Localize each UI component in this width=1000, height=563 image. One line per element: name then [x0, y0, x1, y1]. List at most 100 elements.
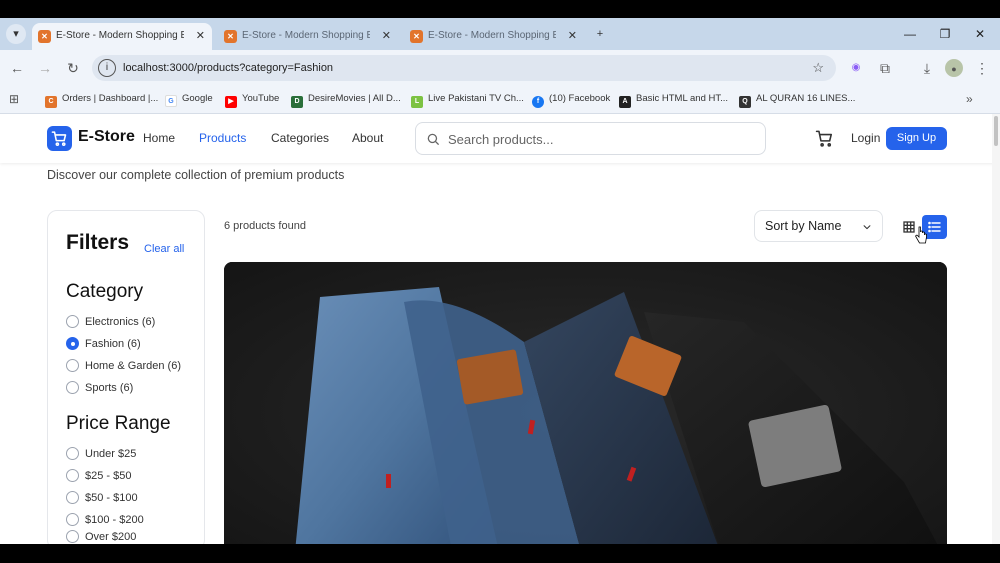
- url-field[interactable]: i localhost:3000/products?category=Fashi…: [92, 55, 836, 81]
- results-count: 6 products found: [224, 220, 306, 232]
- signup-button[interactable]: Sign Up: [886, 127, 947, 150]
- orders-icon: C: [45, 96, 57, 108]
- reload-icon[interactable]: ↻: [63, 58, 83, 78]
- mouse-cursor-icon: [915, 226, 927, 244]
- bookmark-item[interactable]: L Live Pakistani TV Ch...: [411, 86, 524, 112]
- download-icon[interactable]: ⤓: [917, 58, 937, 78]
- bookmark-item[interactable]: C Orders | Dashboard |...: [45, 86, 158, 112]
- search-box[interactable]: [415, 122, 766, 155]
- bookmark-item[interactable]: ▶ YouTube: [225, 86, 279, 112]
- cart-logo-icon[interactable]: [47, 126, 72, 151]
- option-label: Over $200: [85, 531, 137, 543]
- site-header: E-Store Home Products Categories About L…: [0, 114, 1000, 163]
- bookmark-label: (10) Facebook: [549, 93, 611, 104]
- web-page: E-Store Home Products Categories About L…: [0, 114, 1000, 544]
- option-label: Fashion (6): [85, 338, 141, 350]
- extension-icon[interactable]: ◉: [846, 58, 866, 78]
- bookmark-item[interactable]: G Google: [165, 86, 213, 112]
- tab-close-icon[interactable]: ✕: [382, 23, 391, 49]
- browser-tab-1[interactable]: ✕ E-Store - Modern Shopping Exp ✕: [32, 23, 212, 50]
- url-text: localhost:3000/products?category=Fashion: [123, 62, 334, 74]
- search-input[interactable]: [448, 129, 748, 149]
- bookmark-item[interactable]: Q AL QURAN 16 LINES...: [739, 86, 855, 112]
- bookmark-item[interactable]: D DesireMovies | All D...: [291, 86, 401, 112]
- category-option-electronics[interactable]: Electronics (6): [66, 315, 155, 328]
- back-icon[interactable]: ←: [7, 58, 27, 78]
- option-label: Under $25: [85, 448, 137, 460]
- radio-button[interactable]: [66, 315, 79, 328]
- sort-selected-value: Sort by Name: [765, 219, 842, 233]
- sort-select[interactable]: Sort by Name: [754, 210, 883, 242]
- clear-all-link[interactable]: Clear all: [144, 243, 184, 255]
- search-icon: [427, 133, 439, 145]
- browser-tab-2[interactable]: ✕ E-Store - Modern Shopping Exp ✕: [218, 23, 398, 50]
- option-label: Sports (6): [85, 382, 134, 394]
- category-option-fashion[interactable]: Fashion (6): [66, 337, 141, 350]
- html-icon: A: [619, 96, 631, 108]
- screen: ▾ ✕ E-Store - Modern Shopping Exp ✕ ✕ E-…: [0, 0, 1000, 563]
- profile-avatar[interactable]: ●: [945, 59, 963, 77]
- bookmark-item[interactable]: f (10) Facebook: [532, 86, 610, 112]
- estore-favicon-icon: ✕: [38, 30, 51, 43]
- radio-button[interactable]: [66, 491, 79, 504]
- radio-button[interactable]: [66, 447, 79, 460]
- bookmark-label: YouTube: [242, 93, 280, 104]
- price-option-over-200[interactable]: Over $200: [66, 530, 136, 543]
- extensions-puzzle-icon[interactable]: ⧉: [875, 58, 895, 78]
- filters-title: Filters: [66, 231, 130, 254]
- bookmark-label: Live Pakistani TV Ch...: [428, 93, 524, 104]
- live-tv-icon: L: [411, 96, 423, 108]
- browser-tab-3[interactable]: ✕ E-Store - Modern Shopping Exp ✕: [404, 23, 584, 50]
- option-label: $25 - $50: [85, 470, 132, 482]
- tab-search-button[interactable]: ▾: [6, 24, 26, 44]
- bookmark-item[interactable]: A Basic HTML and HT...: [619, 86, 728, 112]
- price-option-25-50[interactable]: $25 - $50: [66, 469, 131, 482]
- category-option-home-garden[interactable]: Home & Garden (6): [66, 359, 181, 372]
- option-label: Electronics (6): [85, 316, 156, 328]
- browser-menu-icon[interactable]: ⋮: [972, 58, 992, 78]
- jeans-photo: [224, 262, 947, 544]
- forward-icon[interactable]: →: [35, 58, 55, 78]
- price-option-under-25[interactable]: Under $25: [66, 447, 136, 460]
- bookmark-star-icon[interactable]: ☆: [812, 55, 824, 81]
- radio-button[interactable]: [66, 469, 79, 482]
- estore-favicon-icon: ✕: [410, 30, 423, 43]
- tab-title: E-Store - Modern Shopping Exp: [242, 30, 370, 41]
- chevron-down-icon: [863, 225, 871, 230]
- bookmark-label: Basic HTML and HT...: [636, 93, 729, 104]
- site-info-icon[interactable]: i: [98, 59, 116, 77]
- restore-icon[interactable]: ❐: [928, 18, 962, 50]
- minimize-icon[interactable]: —: [893, 18, 927, 50]
- product-image[interactable]: [224, 262, 947, 544]
- tab-close-icon[interactable]: ✕: [196, 23, 205, 49]
- login-link[interactable]: Login: [851, 131, 880, 145]
- brand-name[interactable]: E-Store: [78, 128, 135, 146]
- radio-button[interactable]: [66, 359, 79, 372]
- cart-icon[interactable]: [815, 129, 834, 148]
- quran-icon: Q: [739, 96, 751, 108]
- nav-about[interactable]: About: [352, 131, 383, 145]
- desiremovies-icon: D: [291, 96, 303, 108]
- browser-address-bar: ← → ↻ i localhost:3000/products?category…: [0, 50, 1000, 86]
- nav-products[interactable]: Products: [199, 131, 246, 145]
- category-option-sports[interactable]: Sports (6): [66, 381, 133, 394]
- price-option-100-200[interactable]: $100 - $200: [66, 513, 144, 526]
- new-tab-button[interactable]: +: [590, 24, 610, 44]
- radio-button-checked[interactable]: [66, 337, 79, 350]
- price-option-50-100[interactable]: $50 - $100: [66, 491, 138, 504]
- page-scrollbar[interactable]: [992, 114, 1000, 544]
- nav-home[interactable]: Home: [143, 131, 175, 145]
- page-subtitle: Discover our complete collection of prem…: [47, 168, 345, 182]
- radio-button[interactable]: [66, 530, 79, 543]
- nav-categories[interactable]: Categories: [271, 131, 329, 145]
- more-bookmarks-icon[interactable]: »: [966, 86, 973, 112]
- bookmark-label: Orders | Dashboard |...: [62, 93, 159, 104]
- radio-button[interactable]: [66, 381, 79, 394]
- tab-close-icon[interactable]: ✕: [568, 23, 577, 49]
- option-label: $100 - $200: [85, 514, 144, 526]
- window-close-icon[interactable]: ✕: [963, 18, 997, 50]
- scroll-thumb[interactable]: [994, 116, 998, 146]
- tab-title: E-Store - Modern Shopping Exp: [56, 30, 184, 41]
- apps-grid-icon[interactable]: ⊞: [9, 86, 19, 112]
- radio-button[interactable]: [66, 513, 79, 526]
